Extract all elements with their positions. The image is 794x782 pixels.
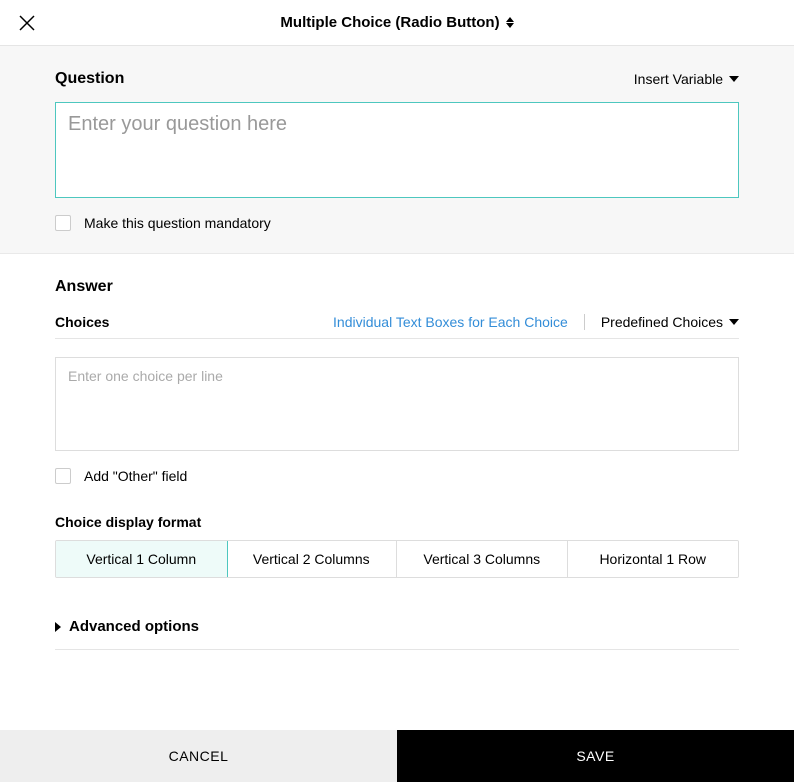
advanced-options-label: Advanced options xyxy=(69,618,199,635)
sort-icon[interactable] xyxy=(506,17,514,28)
format-option-vertical-1[interactable]: Vertical 1 Column xyxy=(55,540,228,578)
answer-section: Answer Choices Individual Text Boxes for… xyxy=(0,254,794,680)
close-icon xyxy=(19,15,35,31)
question-label: Question xyxy=(55,70,124,88)
choices-input[interactable] xyxy=(55,357,739,451)
divider xyxy=(584,314,585,330)
format-options: Vertical 1 Column Vertical 2 Columns Ver… xyxy=(55,540,739,578)
format-option-vertical-2[interactable]: Vertical 2 Columns xyxy=(227,541,398,577)
other-field-label: Add "Other" field xyxy=(84,468,187,484)
predefined-choices-button[interactable]: Predefined Choices xyxy=(601,314,739,330)
answer-label: Answer xyxy=(55,278,113,295)
question-type-select[interactable]: Multiple Choice (Radio Button) xyxy=(280,14,499,31)
cancel-button[interactable]: CANCEL xyxy=(0,730,397,782)
insert-variable-label: Insert Variable xyxy=(634,71,723,87)
individual-textboxes-link[interactable]: Individual Text Boxes for Each Choice xyxy=(333,314,568,330)
caret-down-icon xyxy=(729,319,739,325)
advanced-options-toggle[interactable]: Advanced options xyxy=(55,618,739,650)
caret-right-icon xyxy=(55,622,61,632)
format-label: Choice display format xyxy=(55,514,739,530)
caret-down-icon xyxy=(729,76,739,82)
other-field-checkbox[interactable] xyxy=(55,468,71,484)
choices-label: Choices xyxy=(55,314,109,330)
close-button[interactable] xyxy=(18,14,36,32)
insert-variable-button[interactable]: Insert Variable xyxy=(634,71,739,87)
mandatory-label: Make this question mandatory xyxy=(84,215,271,231)
question-input[interactable] xyxy=(55,102,739,198)
modal-header: Multiple Choice (Radio Button) xyxy=(0,0,794,46)
question-section: Question Insert Variable Make this quest… xyxy=(0,46,794,254)
mandatory-checkbox[interactable] xyxy=(55,215,71,231)
modal-footer: CANCEL SAVE xyxy=(0,730,794,782)
format-option-horizontal-1[interactable]: Horizontal 1 Row xyxy=(568,541,739,577)
save-button[interactable]: SAVE xyxy=(397,730,794,782)
format-option-vertical-3[interactable]: Vertical 3 Columns xyxy=(397,541,568,577)
predefined-choices-label: Predefined Choices xyxy=(601,314,723,330)
